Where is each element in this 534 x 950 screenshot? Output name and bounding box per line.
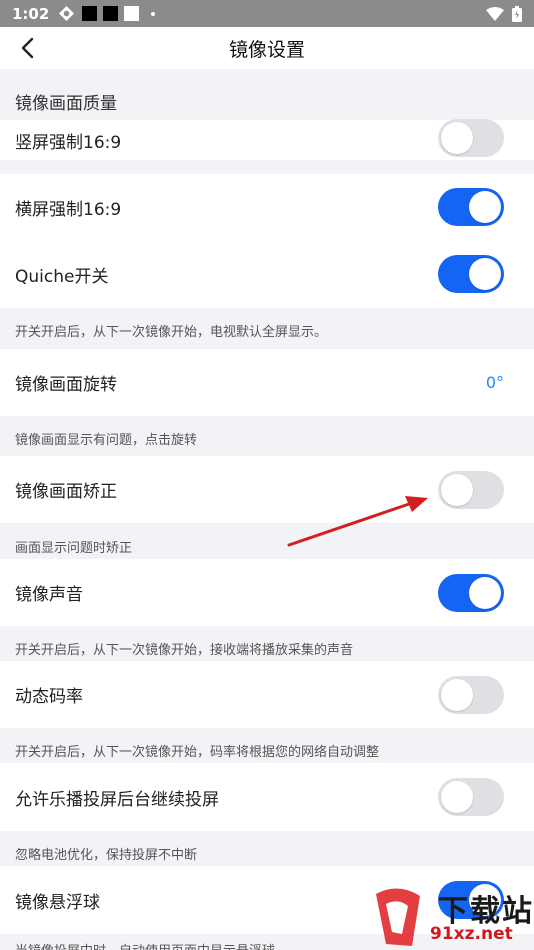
watermark: 下载站 91xz.net xyxy=(368,884,534,950)
hint-text: 忽略电池优化，保持投屏不中断 xyxy=(15,848,198,863)
notification-icon xyxy=(124,6,140,21)
setting-row-background: 允许乐播投屏后台继续投屏 xyxy=(0,763,534,831)
toggle-knob xyxy=(441,122,473,154)
portrait-toggle[interactable] xyxy=(438,119,504,157)
toggle-knob xyxy=(441,473,473,506)
section-title: 镜像画面质量 xyxy=(15,94,117,114)
hint-text: 画面显示问题时矫正 xyxy=(15,541,133,556)
more-notifications-icon xyxy=(151,11,156,16)
notification-icon xyxy=(103,6,119,21)
setting-label: 竖屏强制16:9 xyxy=(15,132,122,153)
status-bar: 1:02 xyxy=(0,0,534,27)
setting-label: Quiche开关 xyxy=(15,266,109,287)
battery-icon xyxy=(512,5,522,22)
quiche-toggle[interactable] xyxy=(438,255,504,293)
setting-row-portrait: 竖屏强制16:9 xyxy=(0,119,534,160)
setting-label: 镜像画面旋转 xyxy=(15,375,117,395)
setting-row-rotation[interactable]: 镜像画面旋转 0° xyxy=(0,349,534,416)
page-title: 镜像设置 xyxy=(228,38,305,61)
toggle-knob xyxy=(469,258,501,290)
setting-label: 允许乐播投屏后台继续投屏 xyxy=(15,789,219,810)
toggle-knob xyxy=(441,781,473,813)
notification-icon xyxy=(59,6,75,21)
setting-label: 镜像声音 xyxy=(15,585,83,605)
hint-text: 开关开启后，从下一次镜像开始，接收端将播放采集的声音 xyxy=(15,643,354,658)
hint-text: 开关开启后，从下一次镜像开始，电视默认全屏显示。 xyxy=(15,325,328,340)
setting-row-sound: 镜像声音 xyxy=(0,559,534,626)
hint-text: 镜像画面显示有问题，点击旋转 xyxy=(15,433,198,448)
setting-row-quiche: Quiche开关 xyxy=(0,240,534,308)
toggle-knob xyxy=(469,191,501,223)
wifi-icon xyxy=(486,6,504,21)
watermark-site: 91xz.net xyxy=(430,924,513,944)
toggle-knob xyxy=(441,678,473,711)
setting-label: 镜像画面矫正 xyxy=(15,482,117,502)
rotation-value[interactable]: 0° xyxy=(486,373,504,392)
correction-toggle[interactable] xyxy=(438,470,504,509)
watermark-logo-icon xyxy=(376,888,420,946)
app-header: 镜像设置 xyxy=(0,27,534,69)
setting-row-correction: 镜像画面矫正 xyxy=(0,456,534,523)
sound-toggle[interactable] xyxy=(438,573,504,612)
background-toggle[interactable] xyxy=(438,778,504,816)
notification-icon xyxy=(82,6,98,21)
setting-row-bitrate: 动态码率 xyxy=(0,661,534,728)
setting-label: 横屏强制16:9 xyxy=(15,199,122,220)
hint-text: 开关开启后，从下一次镜像开始，码率将根据您的网络自动调整 xyxy=(15,745,380,760)
setting-row-landscape: 横屏强制16:9 xyxy=(0,174,534,240)
toggle-knob xyxy=(469,576,501,609)
landscape-toggle[interactable] xyxy=(438,188,504,226)
bitrate-toggle[interactable] xyxy=(438,675,504,714)
setting-label: 动态码率 xyxy=(15,687,83,707)
status-time: 1:02 xyxy=(12,4,50,23)
back-arrow-icon[interactable] xyxy=(16,36,40,60)
